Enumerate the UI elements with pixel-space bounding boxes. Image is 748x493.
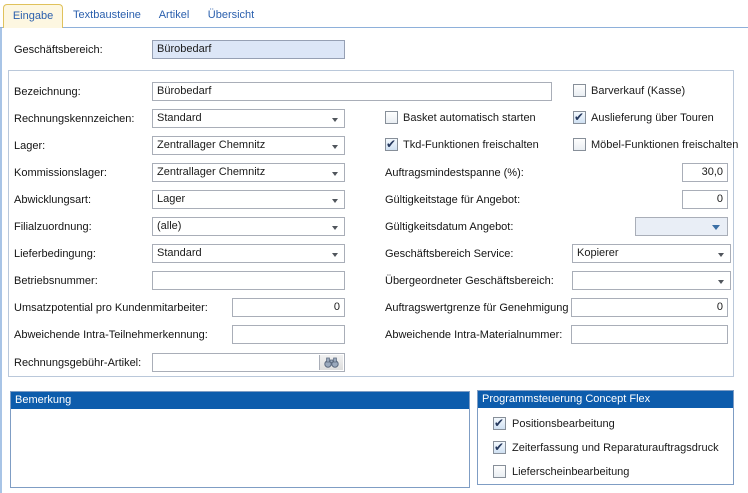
rechnungskennzeichen-label: Rechnungskennzeichen: [14, 113, 134, 125]
gueltigkeitstage-label: Gültigkeitstage für Angebot: [385, 194, 520, 206]
dropdown-arrow-icon [718, 280, 724, 284]
gueltigkeitsdatum-dropdown[interactable] [635, 217, 728, 236]
auftragsmindestspanne-field[interactable]: 30,0 [682, 163, 728, 182]
dropdown-arrow-icon [332, 145, 338, 149]
tab-uebersicht[interactable]: Übersicht [204, 4, 258, 27]
rechnungsgebuehr-artikel-label: Rechnungsgebühr-Artikel: [14, 357, 141, 369]
dropdown-arrow-icon [718, 253, 724, 257]
tab-underline [0, 27, 748, 28]
umsatzpotential-field[interactable]: 0 [232, 298, 345, 317]
checkbox-positionsbearbeitung[interactable]: Positionsbearbeitung [493, 417, 615, 430]
dropdown-arrow-icon [332, 199, 338, 203]
gb-service-value: Kopierer [577, 245, 726, 262]
checkbox-moebel-label: Möbel-Funktionen freischalten [591, 139, 738, 151]
gb-service-dropdown[interactable]: Kopierer [572, 244, 731, 263]
checkbox-basket[interactable]: Basket automatisch starten [385, 110, 536, 125]
dropdown-arrow-icon [332, 172, 338, 176]
checkbox-moebel[interactable]: Möbel-Funktionen freischalten [573, 137, 738, 152]
checkbox-box [385, 138, 398, 151]
rechnungskennzeichen-dropdown[interactable]: Standard [152, 109, 345, 128]
checkbox-lieferschein[interactable]: Lieferscheinbearbeitung [493, 465, 629, 478]
rechnungsgebuehr-artikel-field[interactable] [152, 353, 345, 372]
filialzuordnung-value: (alle) [157, 218, 340, 235]
bezeichnung-field[interactable]: Bürobedarf [152, 82, 552, 101]
business-area-form: Eingabe Textbausteine Artikel Übersicht … [0, 0, 748, 493]
lager-dropdown[interactable]: Zentrallager Chemnitz [152, 136, 345, 155]
checkbox-tkd-label: Tkd-Funktionen freischalten [403, 139, 539, 151]
dropdown-arrow-icon [332, 226, 338, 230]
programmsteuerung-body: Positionsbearbeitung Zeiterfassung und R… [478, 408, 733, 484]
bemerkung-textarea[interactable] [11, 409, 469, 487]
geschaeftsbereich-label: Geschäftsbereich: [14, 44, 103, 56]
filialzuordnung-label: Filialzuordnung: [14, 221, 92, 233]
checkbox-zeiterfassung-label: Zeiterfassung und Reparaturauftragsdruck [512, 442, 719, 454]
checkbox-box [573, 138, 586, 151]
checkbox-box [493, 465, 506, 478]
rechnungskennzeichen-value: Standard [157, 110, 340, 127]
uebergeordneter-gb-dropdown[interactable] [572, 271, 731, 290]
intra-materialnummer-label: Abweichende Intra-Materialnummer: [385, 329, 562, 341]
programmsteuerung-header: Programmsteuerung Concept Flex [478, 391, 733, 408]
checkbox-lieferschein-label: Lieferscheinbearbeitung [512, 466, 629, 478]
tab-textbausteine[interactable]: Textbausteine [66, 4, 148, 27]
checkbox-barverkauf-label: Barverkauf (Kasse) [591, 85, 685, 97]
intra-teilnehmerkennung-label: Abweichende Intra-Teilnehmerkennung: [14, 329, 208, 341]
tab-eingabe[interactable]: Eingabe [3, 4, 63, 28]
lookup-button[interactable] [319, 355, 343, 370]
abwicklungsart-value: Lager [157, 191, 340, 208]
kommissionslager-dropdown[interactable]: Zentrallager Chemnitz [152, 163, 345, 182]
checkbox-tkd[interactable]: Tkd-Funktionen freischalten [385, 137, 539, 152]
intra-teilnehmerkennung-field[interactable] [232, 325, 345, 344]
bemerkung-header: Bemerkung [11, 392, 469, 409]
checkbox-box [493, 441, 506, 454]
dropdown-arrow-icon [332, 118, 338, 122]
lieferbedingung-dropdown[interactable]: Standard [152, 244, 345, 263]
checkbox-auslieferung-label: Auslieferung über Touren [591, 112, 714, 124]
kommissionslager-label: Kommissionslager: [14, 167, 107, 179]
lager-value: Zentrallager Chemnitz [157, 137, 340, 154]
checkbox-barverkauf[interactable]: Barverkauf (Kasse) [573, 83, 685, 98]
abwicklungsart-label: Abwicklungsart: [14, 194, 91, 206]
auftragswertgrenze-label: Auftragswertgrenze für Genehmigung [385, 302, 568, 314]
abwicklungsart-dropdown[interactable]: Lager [152, 190, 345, 209]
dropdown-arrow-icon [332, 253, 338, 257]
uebergeordneter-gb-label: Übergeordneter Geschäftsbereich: [385, 275, 554, 287]
checkbox-box [573, 84, 586, 97]
binoculars-icon [324, 357, 339, 368]
filialzuordnung-dropdown[interactable]: (alle) [152, 217, 345, 236]
tab-bar: Eingabe Textbausteine Artikel Übersicht [0, 0, 748, 28]
tab-artikel[interactable]: Artikel [152, 4, 196, 27]
kommissionslager-value: Zentrallager Chemnitz [157, 164, 340, 181]
auftragsmindestspanne-label: Auftragsmindestspanne (%): [385, 167, 524, 179]
programmsteuerung-panel: Programmsteuerung Concept Flex Positions… [477, 390, 734, 485]
checkbox-box [493, 417, 506, 430]
auftragswertgrenze-field[interactable]: 0 [571, 298, 728, 317]
lager-label: Lager: [14, 140, 45, 152]
checkbox-box [385, 111, 398, 124]
lieferbedingung-label: Lieferbedingung: [14, 248, 96, 260]
checkbox-auslieferung[interactable]: Auslieferung über Touren [573, 110, 714, 125]
gueltigkeitstage-field[interactable]: 0 [682, 190, 728, 209]
checkbox-basket-label: Basket automatisch starten [403, 112, 536, 124]
betriebsnummer-field[interactable] [152, 271, 345, 290]
bezeichnung-label: Bezeichnung: [14, 86, 81, 98]
dropdown-arrow-icon [712, 225, 720, 230]
gb-service-label: Geschäftsbereich Service: [385, 248, 513, 260]
page-left-border [0, 28, 2, 493]
checkbox-positionsbearbeitung-label: Positionsbearbeitung [512, 418, 615, 430]
checkbox-zeiterfassung[interactable]: Zeiterfassung und Reparaturauftragsdruck [493, 441, 719, 454]
lieferbedingung-value: Standard [157, 245, 340, 262]
umsatzpotential-label: Umsatzpotential pro Kundenmitarbeiter: [14, 302, 208, 314]
betriebsnummer-label: Betriebsnummer: [14, 275, 98, 287]
geschaeftsbereich-field[interactable]: Bürobedarf [152, 40, 345, 59]
checkbox-box [573, 111, 586, 124]
intra-materialnummer-field[interactable] [571, 325, 728, 344]
gueltigkeitsdatum-label: Gültigkeitsdatum Angebot: [385, 221, 513, 233]
bemerkung-panel: Bemerkung [10, 391, 470, 488]
